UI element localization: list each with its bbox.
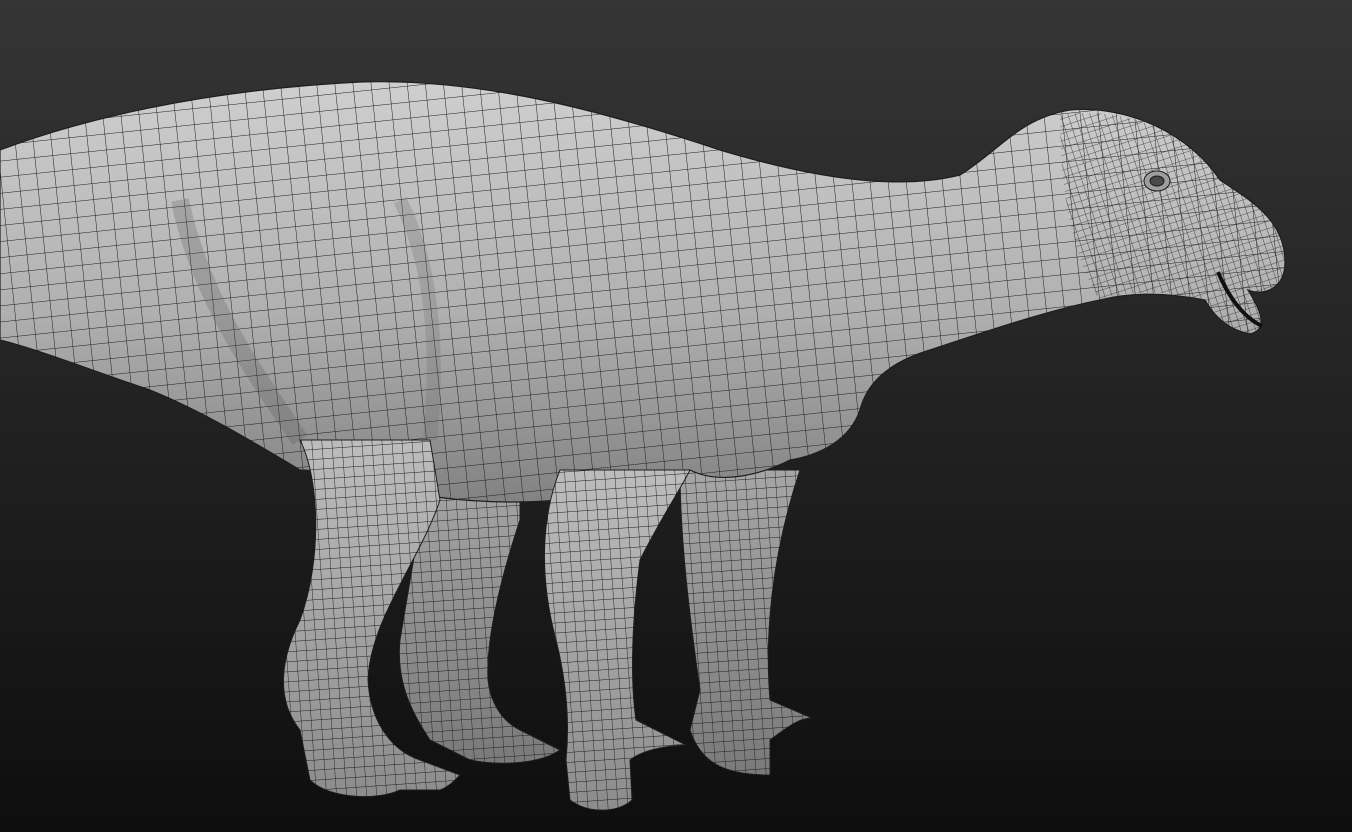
far-front-leg <box>679 469 813 776</box>
eye-icon <box>1143 170 1171 192</box>
near-front-leg <box>544 469 691 811</box>
dinosaur-mesh[interactable] <box>0 0 1352 832</box>
3d-viewport[interactable] <box>0 0 1352 832</box>
